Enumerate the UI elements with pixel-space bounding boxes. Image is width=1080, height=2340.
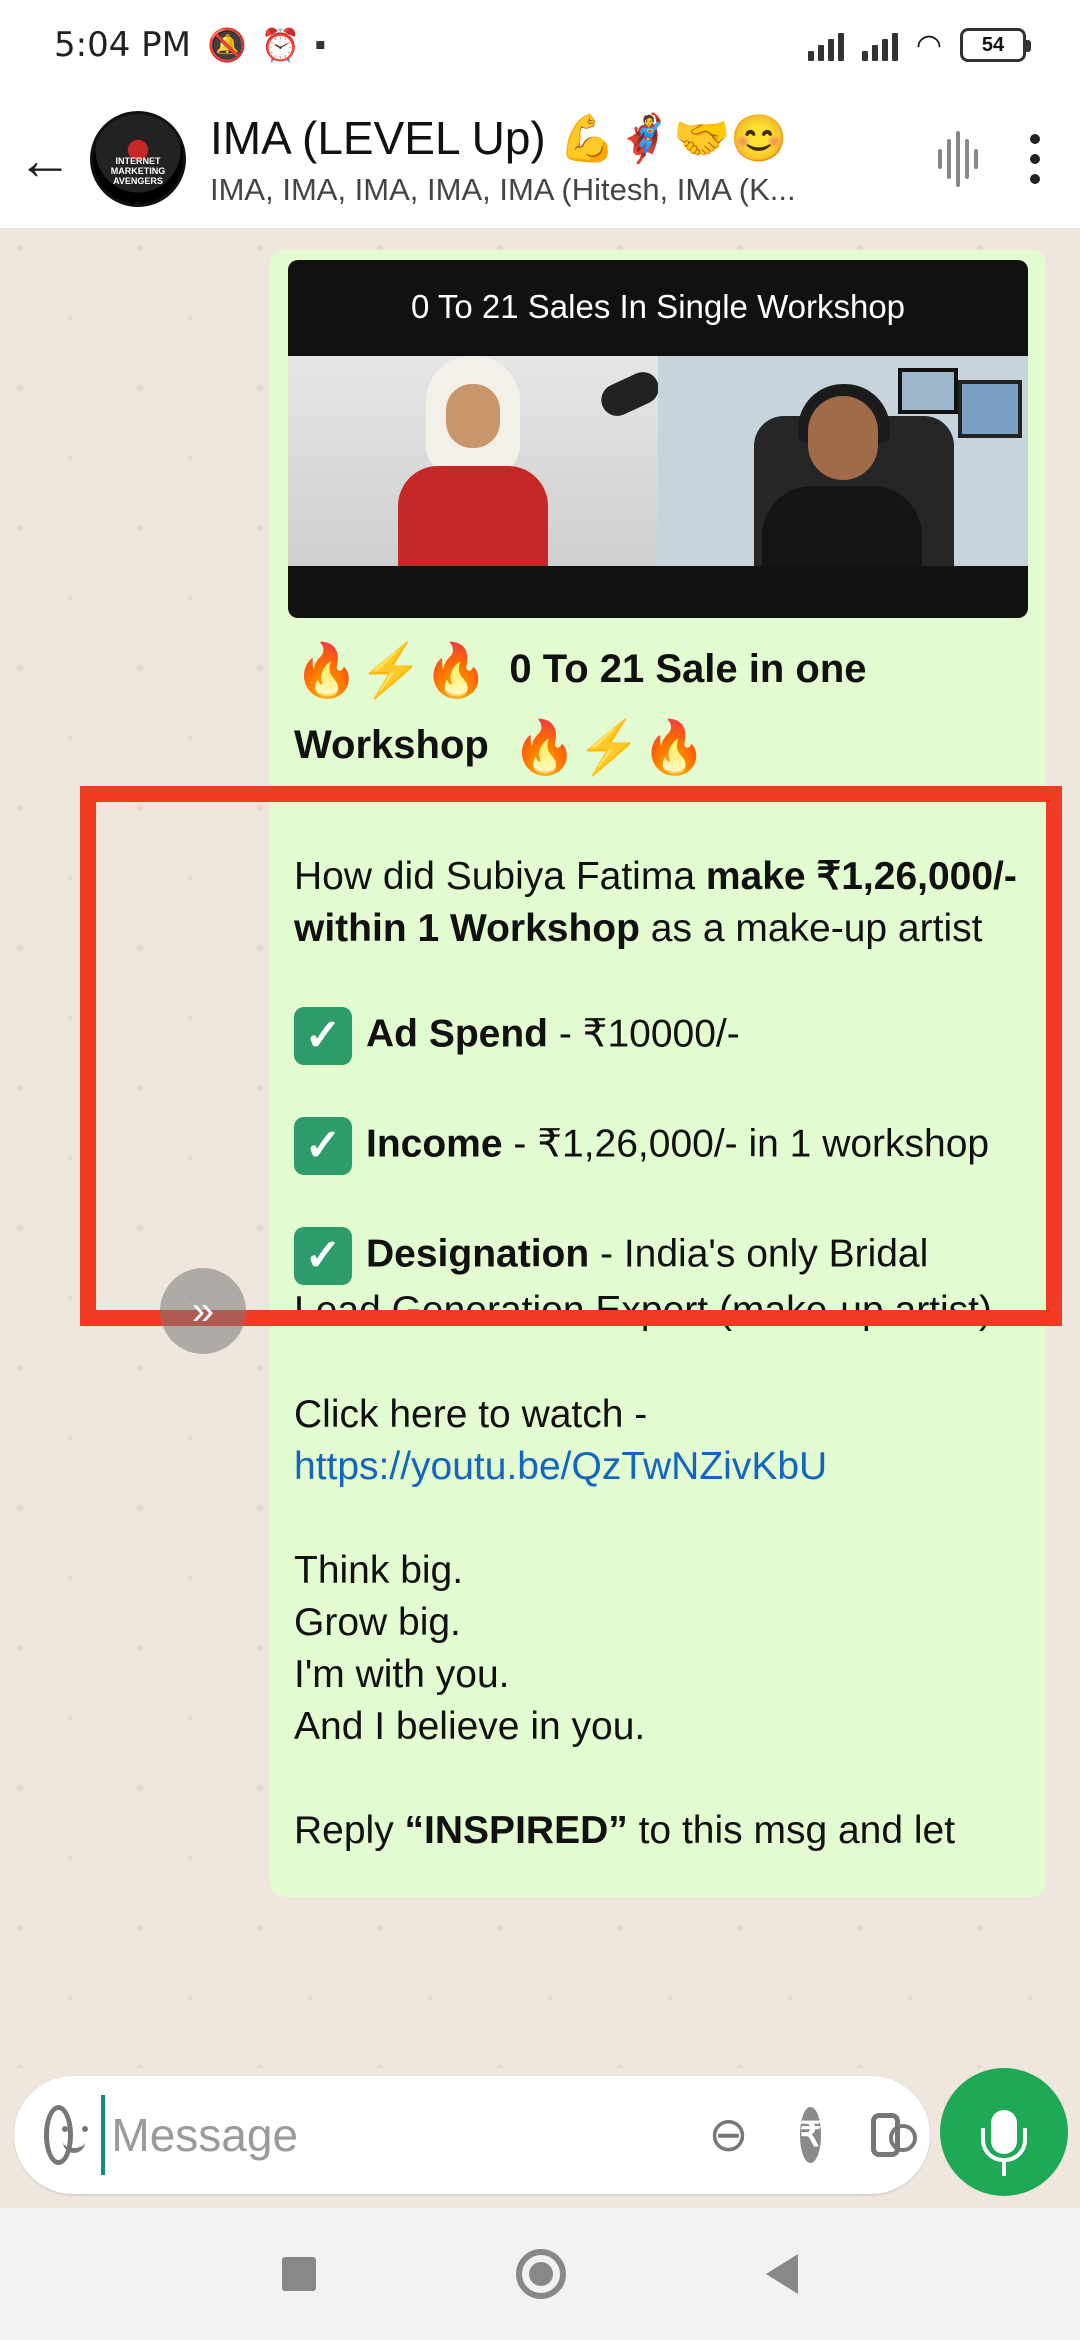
video-thumbnail[interactable]: 0 To 21 Sales In Single Workshop <box>288 260 1028 618</box>
message-heading: 🔥⚡🔥 0 To 21 Sale in one Workshop 🔥⚡🔥 <box>294 632 1022 785</box>
chat-header: ← INTERNET MARKETING AVENGERS IMA (LEVEL… <box>0 90 1080 228</box>
video-frames <box>288 356 1028 566</box>
mute-icon: 🔕 <box>207 27 247 63</box>
more-options-icon[interactable] <box>990 134 1080 184</box>
check-mark-icon: ✓ <box>294 1006 352 1065</box>
back-arrow-icon[interactable]: ← <box>0 127 90 192</box>
avatar-text: INTERNET MARKETING AVENGERS <box>110 156 166 186</box>
forward-icon[interactable]: » <box>160 1268 246 1354</box>
income-line: ✓ Income - ₹1,26,000/- in 1 workshop <box>294 1116 1022 1175</box>
video-frame-left <box>288 356 664 566</box>
mic-icon <box>981 2110 1027 2176</box>
chat-area[interactable]: 0 To 21 Sales In Single Workshop 🔥⚡🔥 0 T… <box>0 228 1080 2068</box>
microphone-image <box>596 366 664 422</box>
watch-line: Click here to watch - https://youtu.be/Q… <box>294 1392 828 1488</box>
group-info[interactable]: IMA (LEVEL Up) 💪🦸🤝😊 IMA, IMA, IMA, IMA, … <box>210 111 926 208</box>
signal-icon <box>807 29 844 61</box>
battery-level: 54 <box>981 33 1005 56</box>
voice-chat-icon[interactable] <box>926 131 990 187</box>
ad-spend-line: ✓ Ad Spend - ₹10000/- <box>294 1006 1022 1065</box>
check-mark-icon: ✓ <box>294 1226 352 1285</box>
check-mark-icon: ✓ <box>294 1116 352 1175</box>
mic-button[interactable] <box>940 2068 1068 2196</box>
group-title: IMA (LEVEL Up) 💪🦸🤝😊 <box>210 111 788 164</box>
group-avatar[interactable]: INTERNET MARKETING AVENGERS <box>90 111 186 207</box>
notification-icon: ▪ <box>314 26 327 62</box>
message-input[interactable] <box>101 2095 710 2175</box>
alarm-icon: ⏰ <box>260 27 301 63</box>
motivation-line-1: Think big. <box>294 1548 464 1592</box>
status-bar: 5:04 PM 🔕 ⏰ ▪ ◠ 54 <box>0 0 1080 90</box>
reply-line: Reply “INSPIRED” to this msg and let <box>294 1808 956 1852</box>
motivation-line-3: I'm with you. <box>294 1652 510 1696</box>
message-input-container: ⊘ ₹ <box>14 2076 930 2194</box>
composer-bar: ⊘ ₹ <box>0 2068 1080 2208</box>
camera-icon[interactable] <box>871 2113 917 2157</box>
fire-emoji-icon: 🔥⚡🔥 <box>294 642 489 701</box>
wifi-icon: ◠ <box>915 28 942 62</box>
message-text: 🔥⚡🔥 0 To 21 Sale in one Workshop 🔥⚡🔥 How… <box>282 632 1034 1857</box>
emoji-icon[interactable] <box>44 2105 86 2165</box>
message-bubble[interactable]: 0 To 21 Sales In Single Workshop 🔥⚡🔥 0 T… <box>270 250 1046 1897</box>
motivation-line-2: Grow big. <box>294 1600 461 1644</box>
payment-icon[interactable]: ₹ <box>799 2107 822 2163</box>
motivation-line-4: And I believe in you. <box>294 1704 646 1748</box>
summary-paragraph: How did Subiya Fatima make ₹1,26,000/- w… <box>294 854 1017 950</box>
video-title: 0 To 21 Sales In Single Workshop <box>410 288 906 325</box>
recents-icon[interactable] <box>282 2257 316 2291</box>
designation-line: ✓ Designation - India's only Bridal Lead … <box>294 1226 1022 1337</box>
video-frame-right <box>658 356 1028 566</box>
battery-icon: 54 <box>960 28 1031 62</box>
fire-emoji-icon: 🔥⚡🔥 <box>511 718 707 777</box>
system-nav-bar <box>0 2208 1080 2340</box>
signal-icon-2 <box>861 29 898 61</box>
group-members: IMA, IMA, IMA, IMA, IMA (Hitesh, IMA (K.… <box>210 171 796 207</box>
home-icon[interactable] <box>516 2249 566 2299</box>
youtube-link[interactable]: https://youtu.be/QzTwNZivKbU <box>294 1445 827 1488</box>
status-time: 5:04 PM <box>54 25 191 65</box>
nav-back-icon[interactable] <box>766 2254 798 2294</box>
